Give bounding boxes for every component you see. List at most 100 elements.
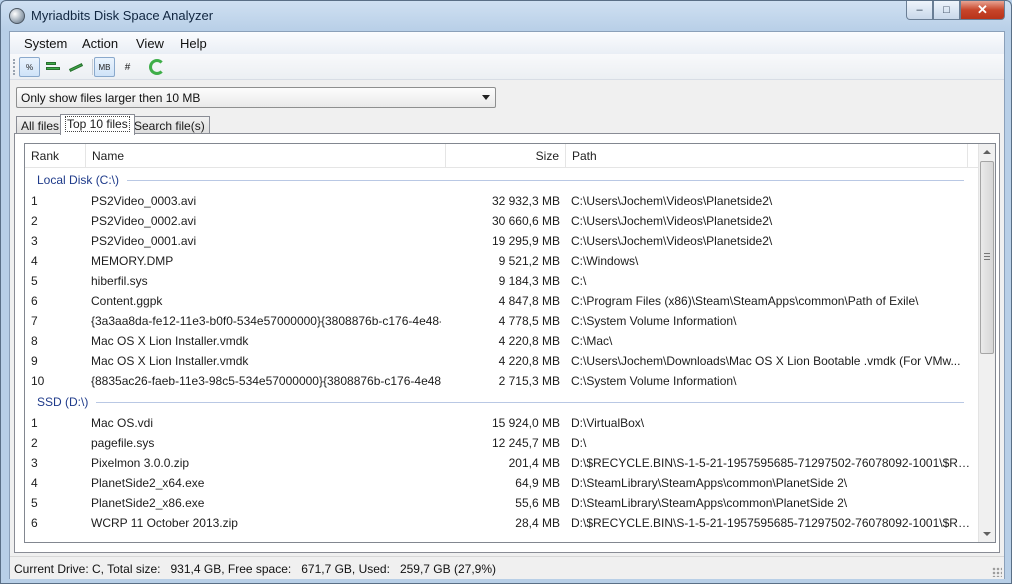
megabyte-icon: MB <box>98 62 111 72</box>
status-text: Current Drive: C, Total size: 931,4 GB, … <box>14 562 496 576</box>
menu-bar: System Action View Help <box>10 32 1004 54</box>
size-cell: 32 932,3 MB <box>491 194 560 208</box>
size-cell: 4 220,8 MB <box>498 354 560 368</box>
menu-system[interactable]: System <box>24 36 67 51</box>
rank-cell: 10 <box>31 374 45 388</box>
refresh-icon <box>148 59 165 75</box>
list-rows: Local Disk (C:\) 1 PS2Video_0003.avi 32 932… <box>25 169 980 533</box>
name-cell: PS2Video_0002.avi <box>91 214 197 228</box>
rank-cell: 6 <box>31 294 38 308</box>
path-cell: C:\System Volume Information\ <box>571 374 737 388</box>
table-row[interactable]: 5 hiberfil.sys 9 184,3 MB C:\ <box>25 271 980 291</box>
table-row[interactable]: 4 MEMORY.DMP 9 521,2 MB C:\Windows\ <box>25 251 980 271</box>
scroll-thumb[interactable] <box>980 161 994 354</box>
path-cell: C:\System Volume Information\ <box>571 314 737 328</box>
toolbar-grip[interactable] <box>13 59 16 75</box>
slash-view-button[interactable] <box>65 57 86 77</box>
size-cell: 9 521,2 MB <box>498 254 560 268</box>
name-cell: Mac OS X Lion Installer.vmdk <box>91 334 249 348</box>
name-cell: PlanetSide2_x86.exe <box>91 496 205 510</box>
rank-cell: 7 <box>31 314 38 328</box>
path-cell: D:\ <box>571 436 587 450</box>
rank-cell: 2 <box>31 214 38 228</box>
minimize-button[interactable]: – <box>906 1 933 20</box>
minimize-icon: – <box>916 4 923 16</box>
table-row[interactable]: 3 Pixelmon 3.0.0.zip 201,4 MB D:\$RECYCLE.B… <box>25 453 980 473</box>
maximize-button[interactable]: □ <box>933 1 960 20</box>
close-button[interactable]: ✕ <box>960 1 1005 20</box>
name-cell: pagefile.sys <box>91 436 155 450</box>
path-cell: C:\ <box>571 274 587 288</box>
refresh-button[interactable] <box>146 57 167 77</box>
group-label: SSD (D:\) <box>37 395 89 409</box>
rank-cell: 4 <box>31 254 38 268</box>
size-cell: 4 847,8 MB <box>498 294 560 308</box>
path-cell: C:\Users\Jochem\Videos\Planetside2\ <box>571 194 773 208</box>
tab-panel: Rank Name Size Path Local Disk (C:\) 1 PS2… <box>14 133 1000 553</box>
table-row[interactable]: 1 PS2Video_0003.avi 32 932,3 MB C:\Users\Jo… <box>25 191 980 211</box>
menu-view[interactable]: View <box>136 36 164 51</box>
table-row[interactable]: 2 pagefile.sys 12 245,7 MB D:\ <box>25 433 980 453</box>
size-cell: 55,6 MB <box>515 496 560 510</box>
top-files-list[interactable]: Rank Name Size Path Local Disk (C:\) 1 PS2… <box>24 143 996 543</box>
rank-cell: 5 <box>31 274 38 288</box>
size-cell: 9 184,3 MB <box>498 274 560 288</box>
table-row[interactable]: 9 Mac OS X Lion Installer.vmdk 4 220,8 MB C… <box>25 351 980 371</box>
name-cell: Pixelmon 3.0.0.zip <box>91 456 190 470</box>
table-row[interactable]: 8 Mac OS X Lion Installer.vmdk 4 220,8 MB C… <box>25 331 980 351</box>
rank-cell: 6 <box>31 516 38 530</box>
table-row[interactable]: 1 Mac OS.vdi 15 924,0 MB D:\VirtualBox\ <box>25 413 980 433</box>
table-row[interactable]: 7 {3a3aa8da-fe12-11e3-b0f0-534e57000000}{… <box>25 311 980 331</box>
column-header-path[interactable]: Path <box>566 144 968 168</box>
client-area: System Action View Help % MB # Only show… <box>9 31 1005 579</box>
size-cell: 28,4 MB <box>515 516 560 530</box>
menu-help[interactable]: Help <box>180 36 207 51</box>
menu-action[interactable]: Action <box>82 36 118 51</box>
resize-grip-icon[interactable] <box>992 567 1002 577</box>
vertical-scrollbar[interactable] <box>978 144 995 542</box>
tab-top-10-files[interactable]: Top 10 files <box>60 114 135 135</box>
table-row[interactable]: 10 {8835ac26-faeb-11e3-98c5-534e57000000}… <box>25 371 980 391</box>
rank-cell: 9 <box>31 354 38 368</box>
column-header-rank[interactable]: Rank <box>25 144 86 168</box>
percent-view-button[interactable]: % <box>19 57 40 77</box>
table-row[interactable]: 6 WCRP 11 October 2013.zip 28,4 MB D:\$RECY… <box>25 513 980 533</box>
rank-cell: 4 <box>31 476 38 490</box>
list-header: Rank Name Size Path <box>25 144 980 168</box>
size-cell: 201,4 MB <box>508 456 560 470</box>
size-cell: 12 245,7 MB <box>491 436 560 450</box>
table-row[interactable]: 6 Content.ggpk 4 847,8 MB C:\Program Files … <box>25 291 980 311</box>
bar-view-button[interactable] <box>42 57 63 77</box>
scroll-down-icon[interactable] <box>983 532 991 536</box>
table-row[interactable]: 5 PlanetSide2_x86.exe 55,6 MB D:\SteamLibra… <box>25 493 980 513</box>
title-bar[interactable]: Myriadbits Disk Space Analyzer – □ ✕ <box>1 1 1011 31</box>
size-cell: 4 778,5 MB <box>498 314 560 328</box>
column-header-size[interactable]: Size <box>446 144 566 168</box>
count-button[interactable]: # <box>117 57 138 77</box>
megabyte-button[interactable]: MB <box>94 57 115 77</box>
window-title: Myriadbits Disk Space Analyzer <box>31 8 214 23</box>
path-cell: D:\$RECYCLE.BIN\S-1-5-21-1957595685-7129… <box>571 516 971 530</box>
rank-cell: 2 <box>31 436 38 450</box>
tab-search-files[interactable]: Search file(s) <box>129 116 210 134</box>
name-cell: PS2Video_0003.avi <box>91 194 197 208</box>
table-row[interactable]: 4 PlanetSide2_x64.exe 64,9 MB D:\SteamLibra… <box>25 473 980 493</box>
table-row[interactable]: 3 PS2Video_0001.avi 19 295,9 MB C:\Users\Jo… <box>25 231 980 251</box>
path-cell: C:\Mac\ <box>571 334 613 348</box>
scroll-up-icon[interactable] <box>983 150 991 154</box>
column-header-name[interactable]: Name <box>86 144 446 168</box>
grip-icon <box>984 253 990 260</box>
toolbar-separator <box>92 59 93 75</box>
group-header[interactable]: Local Disk (C:\) <box>25 169 980 191</box>
rank-cell: 1 <box>31 416 38 430</box>
count-icon: # <box>124 61 131 73</box>
path-cell: D:\VirtualBox\ <box>571 416 645 430</box>
tab-all-files[interactable]: All files <box>16 116 65 134</box>
name-cell: PS2Video_0001.avi <box>91 234 197 248</box>
table-row[interactable]: 2 PS2Video_0002.avi 30 660,6 MB C:\Users\Jo… <box>25 211 980 231</box>
path-cell: C:\Program Files (x86)\Steam\SteamApps\c… <box>571 294 919 308</box>
rank-cell: 3 <box>31 456 38 470</box>
size-filter-dropdown[interactable]: Only show files larger then 10 MB <box>16 87 496 108</box>
rank-cell: 8 <box>31 334 38 348</box>
group-header[interactable]: SSD (D:\) <box>25 391 980 413</box>
